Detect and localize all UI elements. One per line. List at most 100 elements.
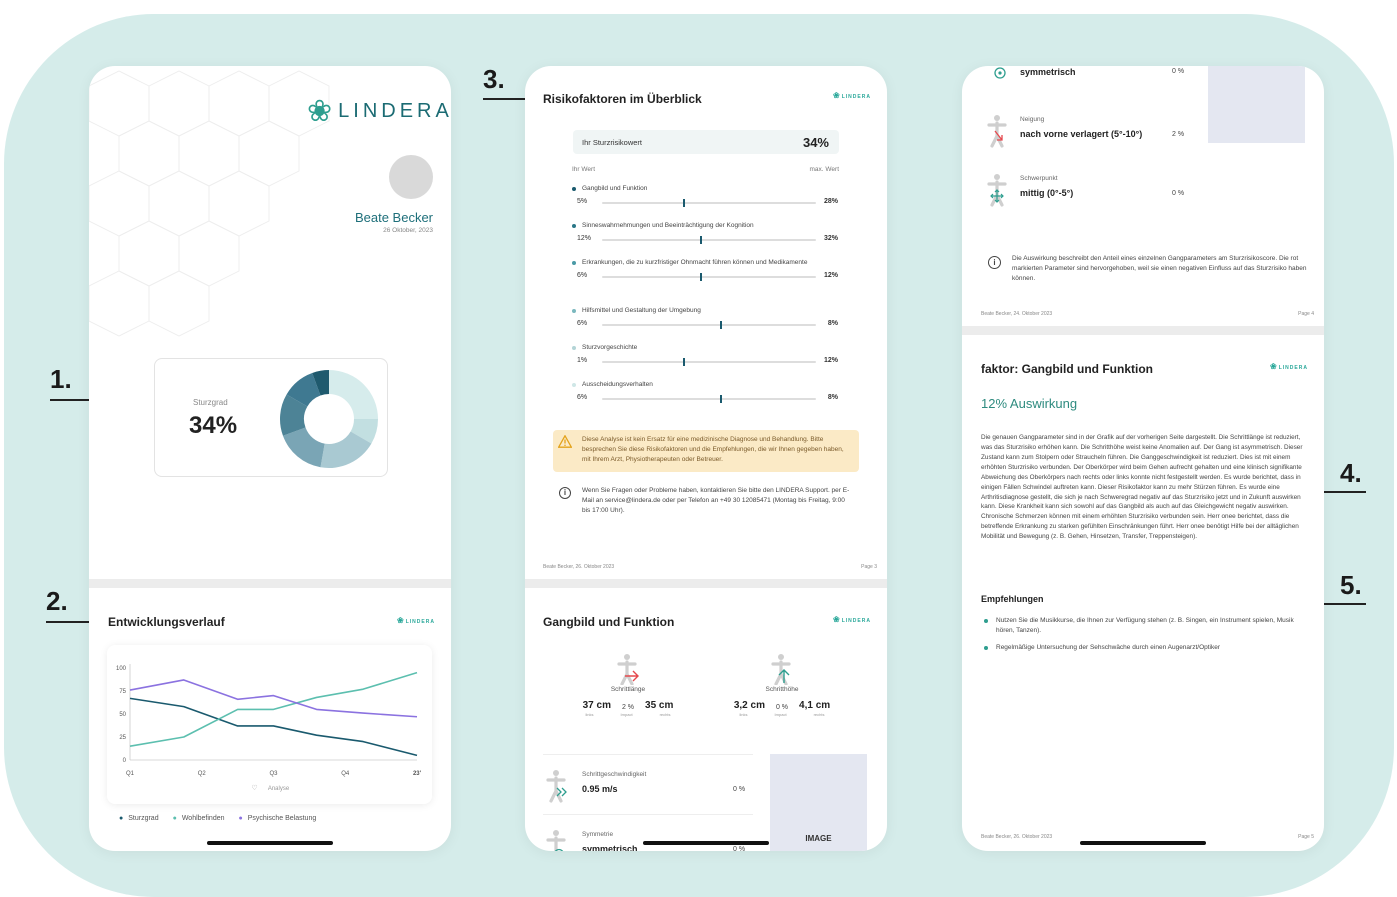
phone-risk-factors: Risikofaktoren im Überblick LINDERA Ihr …: [525, 66, 887, 851]
risk-factor-marker: [719, 321, 722, 330]
risk-factor-own-value: 6%: [577, 272, 588, 280]
risk-factor-item: Ausscheidungsverhalten 6% 8%: [572, 380, 840, 404]
factor-body-text: Die genauen Gangparameter sind in der Gr…: [981, 434, 1303, 541]
fall-score-card[interactable]: Sturzgrad 34%: [154, 358, 388, 477]
risk-factor-bar: 1% 12%: [572, 355, 840, 367]
y-tick-label: 25: [119, 735, 126, 741]
section-title-gait: Gangbild und Funktion: [543, 615, 675, 629]
score-donut-chart: [280, 370, 378, 468]
tilt-value: nach vorne verlagert (5°-10°): [1020, 129, 1143, 139]
avatar[interactable]: [389, 155, 433, 199]
report-date: 26 Oktober, 2023: [383, 227, 433, 234]
footer-page: Page 5: [1298, 834, 1314, 840]
risk-factor-own-value: 6%: [577, 320, 588, 328]
risk-factor-max-value: 8%: [827, 320, 838, 328]
footer-page: Page 3: [861, 564, 877, 570]
x-tick-label: Q3: [269, 771, 278, 777]
page-title: Risikofaktoren im Überblick: [543, 92, 702, 106]
risk-factor-item: Sinneswahrnehmungen und Beeinträchtigung…: [572, 221, 840, 245]
risk-factor-track: [602, 358, 816, 367]
lindera-logo-small: LINDERA: [1270, 362, 1308, 371]
warning-banner: Diese Analyse ist kein Ersatz für eine m…: [553, 430, 859, 472]
image-placeholder: [1208, 66, 1305, 143]
home-indicator[interactable]: [1080, 841, 1206, 845]
speed-value: 0.95 m/s: [582, 784, 618, 794]
section-divider: [89, 579, 451, 588]
risk-factor-bar: 6% 12%: [572, 270, 840, 282]
home-indicator[interactable]: [643, 841, 769, 845]
risk-factor-bar: 12% 32%: [572, 233, 840, 245]
param-row-tilt: Neigung nach vorne verlagert (5°-10°) 2 …: [984, 114, 1204, 148]
risk-factor-own-value: 5%: [577, 198, 588, 206]
center-impact: 0 %: [1172, 190, 1185, 197]
row-divider: [543, 814, 753, 815]
footer-left: Beate Becker, 24. Oktober 2023: [981, 311, 1053, 317]
risk-factor-bar: 6% 8%: [572, 392, 840, 404]
phone-factor-detail: symmetrisch 0 % Neigung nach vorne verla…: [962, 66, 1324, 851]
warning-text: Diese Analyse ist kein Ersatz für eine m…: [582, 436, 844, 463]
lindera-logo-small: LINDERA: [397, 616, 435, 625]
speed-label: Schrittgeschwindigkeit: [582, 771, 647, 778]
y-tick-label: 100: [116, 666, 127, 672]
home-indicator[interactable]: [207, 841, 333, 845]
risk-factor-item: Hilfsmittel und Gestaltung der Umgebung 6…: [572, 306, 840, 330]
sub-impact: Impact: [620, 712, 633, 717]
symmetry-value: symmetrisch: [1020, 67, 1076, 77]
risk-factor-own-value: 1%: [577, 357, 588, 365]
series-line-0: [129, 697, 418, 757]
risk-score-label: Ihr Sturzrisikowert: [582, 138, 643, 147]
annotation-3: 3.: [483, 64, 505, 94]
step-height-label: Schritthöhe: [765, 686, 799, 693]
annotation-5-line: [1318, 603, 1366, 605]
x-tick-label: Q4: [341, 771, 350, 777]
lindera-logo-small: LINDERA: [833, 615, 871, 624]
annotation-4-line: [1318, 491, 1366, 493]
development-line-chart: 0 25 50 75 100 Q1 Q2 Q3 Q4 23' Analyse ♡: [116, 664, 422, 792]
risk-factor-marker: [683, 358, 686, 367]
donut-segment: [329, 370, 378, 419]
footer-page: Page 4: [1298, 311, 1314, 317]
center-label: Schwerpunkt: [1020, 175, 1058, 182]
sub-right: rechts: [659, 712, 671, 717]
symmetry-impact: 0 %: [733, 846, 746, 851]
annotation-4: 4.: [1340, 458, 1362, 488]
heart-icon: ♡: [251, 784, 257, 792]
risk-factor-item: Gangbild und Funktion 5% 28%: [572, 184, 840, 208]
image-placeholder-label: IMAGE: [805, 834, 832, 843]
image-placeholder: IMAGE: [770, 754, 867, 851]
symmetry-impact: 0 %: [1172, 68, 1185, 75]
footer-left: Beate Becker, 26. Oktober 2023: [543, 564, 615, 570]
factor-title: faktor: Gangbild und Funktion: [981, 362, 1153, 376]
symmetry-figure-icon: [994, 67, 1006, 79]
x-tick-label: Q2: [198, 771, 207, 777]
risk-factor-marker: [683, 199, 686, 208]
risk-factor-marker: [700, 273, 703, 282]
impact-value: 12% Auswirkung: [981, 396, 1078, 411]
legend-item-belastung: Psychische Belastung: [239, 815, 316, 822]
y-tick-label: 75: [119, 689, 126, 695]
param-row-center: Schwerpunkt mittig (0°-5°) 0 %: [984, 173, 1204, 207]
risk-factor-label: Hilfsmittel und Gestaltung der Umgebung: [572, 306, 840, 315]
annotation-5: 5.: [1340, 570, 1362, 600]
risk-factor-label: Erkrankungen, die zu kurzfristiger Ohnma…: [572, 258, 840, 267]
section-divider: [525, 579, 887, 588]
annotation-2: 2.: [46, 586, 68, 616]
symmetry-value: symmetrisch: [582, 844, 638, 851]
risk-factor-own-value: 12%: [577, 235, 592, 243]
sub-left: links: [585, 712, 594, 717]
series-line-1: [129, 671, 418, 747]
development-chart-card: 0 25 50 75 100 Q1 Q2 Q3 Q4 23' Analyse ♡: [107, 645, 432, 804]
risk-factor-max-value: 32%: [823, 235, 838, 243]
risk-factor-max-value: 8%: [827, 394, 838, 402]
step-height-left: 3,2 cm: [733, 700, 765, 711]
tilt-figure-icon: [987, 115, 1007, 148]
sub-right: rechts: [813, 712, 825, 717]
risk-factor-track: [602, 395, 816, 404]
risk-factor-label: Sinneswahrnehmungen und Beeinträchtigung…: [572, 221, 840, 230]
risk-factor-track: [602, 273, 816, 282]
risk-score-box: Ihr Sturzrisikowert 34%: [573, 130, 839, 154]
step-length-right: 35 cm: [645, 700, 674, 711]
section-divider: [962, 326, 1324, 335]
risk-factor-track: [602, 236, 816, 245]
risk-factor-max-value: 12%: [823, 357, 838, 365]
